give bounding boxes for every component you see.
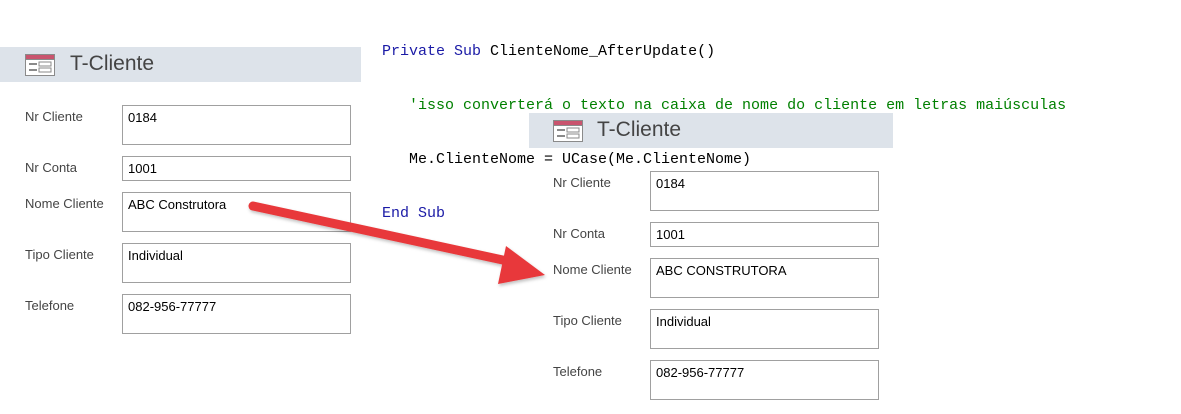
tipo-cliente-field[interactable]: Individual xyxy=(122,243,351,283)
label-nr-cliente: Nr Cliente xyxy=(553,175,611,190)
form-header: T-Cliente xyxy=(529,113,893,148)
label-nr-conta: Nr Conta xyxy=(553,226,606,241)
form-icon xyxy=(25,54,55,81)
form-icon xyxy=(553,120,583,147)
nome-cliente-field[interactable]: ABC CONSTRUTORA xyxy=(650,258,879,298)
form-title: T-Cliente xyxy=(597,118,682,141)
label-nome-cliente: Nome Cliente xyxy=(25,196,104,211)
tipo-cliente-field[interactable]: Individual xyxy=(650,309,879,349)
label-telefone: Telefone xyxy=(25,298,75,313)
form-title: T-Cliente xyxy=(70,52,155,75)
label-tipo-cliente: Tipo Cliente xyxy=(553,313,622,328)
nr-cliente-field[interactable]: 0184 xyxy=(650,171,879,211)
nome-cliente-field[interactable]: ABC Construtora xyxy=(122,192,351,232)
label-nome-cliente: Nome Cliente xyxy=(553,262,632,277)
form-header: T-Cliente xyxy=(0,47,361,82)
nr-conta-field[interactable]: 1001 xyxy=(650,222,879,247)
code-line-1: Private Sub ClienteNome_AfterUpdate() xyxy=(382,43,716,60)
label-tipo-cliente: Tipo Cliente xyxy=(25,247,94,262)
label-telefone: Telefone xyxy=(553,364,603,379)
nr-conta-field[interactable]: 1001 xyxy=(122,156,351,181)
label-nr-conta: Nr Conta xyxy=(25,160,78,175)
label-nr-cliente: Nr Cliente xyxy=(25,109,83,124)
telefone-field[interactable]: 082-956-77777 xyxy=(650,360,879,400)
nr-cliente-field[interactable]: 0184 xyxy=(122,105,351,145)
telefone-field[interactable]: 082-956-77777 xyxy=(122,294,351,334)
